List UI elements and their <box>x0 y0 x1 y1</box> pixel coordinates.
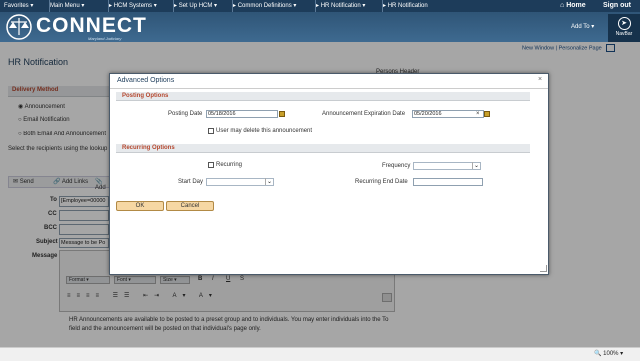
breadcrumb-hcm-systems[interactable]: ▸ HCM Systems ▾ <box>105 0 174 12</box>
recurring-label: Recurring <box>216 162 243 168</box>
add-to-menu[interactable]: Add To ▾ <box>571 23 594 30</box>
expiration-date-label: Announcement Expiration Date <box>322 111 406 117</box>
dialog-titlebar <box>110 74 548 89</box>
resize-handle[interactable] <box>540 265 547 272</box>
breadcrumb-set-up-hcm[interactable]: ▸ Set Up HCM ▾ <box>170 0 233 12</box>
recurring-options-header: Recurring Options <box>116 144 530 153</box>
compass-icon: ➤ <box>617 17 631 30</box>
may-delete-checkbox[interactable] <box>208 128 214 134</box>
posting-options-header: Posting Options <box>116 92 530 101</box>
clear-icon[interactable]: × <box>476 111 480 117</box>
navbar-button[interactable]: ➤ NavBar <box>608 14 640 42</box>
posting-date-label: Posting Date <box>168 111 203 117</box>
calendar-icon[interactable] <box>279 111 285 117</box>
chevron-down-icon: ⌄ <box>264 178 272 185</box>
home-link[interactable]: ⌂ Home <box>560 0 586 12</box>
recurring-end-date-field[interactable] <box>413 178 483 186</box>
start-day-dropdown[interactable]: ⌄ <box>206 178 274 186</box>
start-day-label: Start Day <box>178 179 204 185</box>
sign-out-link[interactable]: Sign out <box>603 0 631 12</box>
top-navigation-bar: Favorites ▾ Main Menu ▾ ▸ HCM Systems ▾ … <box>0 0 640 12</box>
breadcrumb-hr-notification-current: ▸ HR Notification <box>383 3 428 9</box>
chevron-down-icon: ⌄ <box>471 162 479 169</box>
dialog-title: Advanced Options <box>117 77 175 84</box>
breadcrumb-common-definitions[interactable]: ▸ Common Definitions ▾ <box>229 0 316 12</box>
posting-date-field[interactable]: 05/18/2016 <box>206 110 278 118</box>
recurring-checkbox[interactable] <box>208 162 214 168</box>
breadcrumb-main-menu[interactable]: Main Menu ▾ <box>46 0 109 12</box>
app-logo-subtitle: Maryland Judiciary <box>88 36 122 41</box>
ok-button[interactable]: OK <box>116 201 164 211</box>
zoom-icon: 🔍 <box>594 351 602 357</box>
breadcrumb-hr-notification[interactable]: ▸ HR Notification ▾ <box>312 0 383 12</box>
cancel-button[interactable]: Cancel <box>166 201 214 211</box>
navbar-label: NavBar <box>615 31 633 37</box>
close-icon[interactable]: × <box>538 76 542 83</box>
breadcrumb-favorites[interactable]: Favorites ▾ <box>0 0 50 12</box>
chevron-down-icon: ▾ <box>591 24 595 30</box>
frequency-dropdown[interactable]: ⌄ <box>413 162 481 170</box>
advanced-options-dialog: Advanced Options × Posting Options Posti… <box>109 73 549 275</box>
zoom-level[interactable]: 🔍 100% ▾ <box>594 350 623 357</box>
expiration-date-field[interactable]: 05/20/2016 <box>412 110 484 118</box>
scales-logo-icon <box>6 14 32 40</box>
calendar-icon[interactable] <box>484 111 490 117</box>
may-delete-label: User may delete this announcement <box>216 128 313 134</box>
app-logo-text: CONNECT <box>36 14 147 37</box>
home-icon: ⌂ <box>560 2 565 9</box>
frequency-label: Frequency <box>382 163 411 169</box>
browser-status-bar: 🔍 100% ▾ <box>0 347 640 361</box>
recurring-end-date-label: Recurring End Date <box>355 179 408 185</box>
